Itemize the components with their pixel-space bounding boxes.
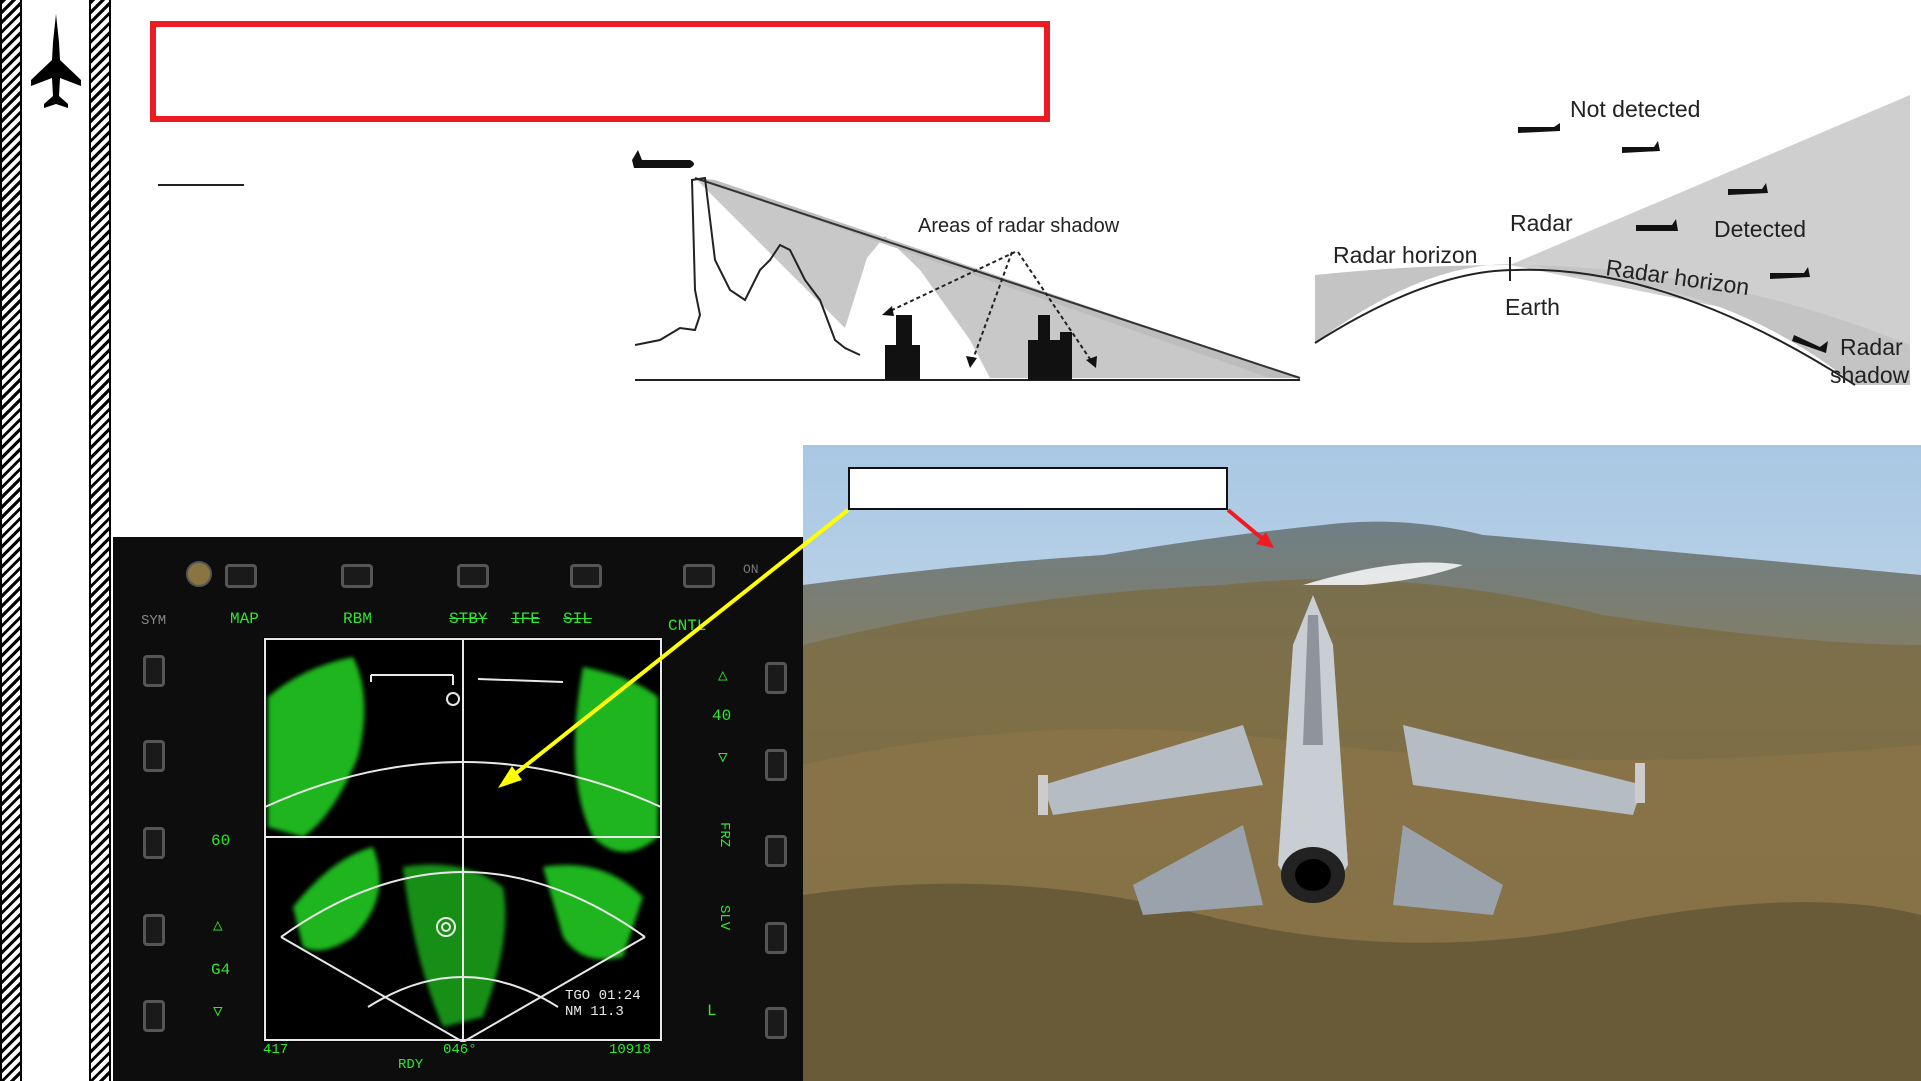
building-left xyxy=(885,315,920,380)
sil-label: SIL xyxy=(563,610,592,628)
brightness-knob[interactable] xyxy=(186,561,212,587)
detected-label: Detected xyxy=(1714,216,1806,242)
radar-mfd: ON SYM MAP RBM STBY IFE SIL CNTL 60 G4 △… xyxy=(113,537,803,1081)
tgo-readout: TGO 01:24 xyxy=(565,988,641,1004)
azimuth-readout: 046° xyxy=(443,1042,477,1058)
fighter-jet-icon xyxy=(31,14,81,108)
aircraft-not-detected-2 xyxy=(1622,141,1660,153)
callout-box xyxy=(848,467,1228,510)
radar-horizon-diagram: Not detected Radar Detected Radar horizo… xyxy=(1314,95,1910,388)
cntl-label: CNTL xyxy=(668,617,707,635)
osb-left-1[interactable] xyxy=(143,655,165,687)
osb-top-4[interactable] xyxy=(570,564,602,588)
radar-shadow-diagram: Areas of radar shadow xyxy=(632,150,1301,381)
osb-right-3[interactable] xyxy=(765,835,787,867)
osb-left-5[interactable] xyxy=(143,1000,165,1032)
aircraft-not-detected-1 xyxy=(1518,123,1560,133)
nm-readout: NM 11.3 xyxy=(565,1004,624,1020)
osb-top-2[interactable] xyxy=(341,564,373,588)
inner-hatched-rail xyxy=(89,0,111,1081)
osb-right-5[interactable] xyxy=(765,1007,787,1039)
bottom-left-readout: 417 xyxy=(263,1042,289,1058)
osb-left-2[interactable] xyxy=(143,740,165,772)
ife-label: IFE xyxy=(511,610,540,628)
osb-top-3[interactable] xyxy=(457,564,489,588)
earth-label: Earth xyxy=(1505,294,1560,320)
osb-left-4[interactable] xyxy=(143,914,165,946)
l-label: L xyxy=(707,1002,717,1020)
map-label: MAP xyxy=(230,610,259,628)
ground-return-left xyxy=(268,657,380,951)
stby-label: STBY xyxy=(449,610,488,628)
osb-top-1[interactable] xyxy=(225,564,257,588)
frz-label: FRZ xyxy=(716,822,732,848)
radar-horizon-left-label: Radar horizon xyxy=(1333,242,1477,268)
altitude-readout: 10918 xyxy=(609,1042,652,1058)
ground-return-right xyxy=(543,667,658,960)
radar-shadow-label: Areas of radar shadow xyxy=(918,215,1120,237)
range-60-label: 60 xyxy=(211,832,231,850)
left-hatched-rail xyxy=(0,0,22,1081)
gain-down-icon[interactable]: ▽ xyxy=(213,1001,223,1021)
gain-label: G4 xyxy=(211,961,231,979)
sym-label: SYM xyxy=(141,613,167,629)
on-label: ON xyxy=(743,562,759,577)
title-box xyxy=(150,21,1050,122)
radar-scope: TGO 01:24 NM 11.3 xyxy=(263,637,663,1043)
not-detected-label: Not detected xyxy=(1570,96,1700,122)
osb-right-4[interactable] xyxy=(765,922,787,954)
gain-up-icon[interactable]: △ xyxy=(213,915,223,935)
osb-left-3[interactable] xyxy=(143,827,165,859)
radar-shadow-label-2: shadow xyxy=(1830,362,1910,388)
ground-return-center xyxy=(403,864,506,1027)
range-down-icon[interactable]: ▽ xyxy=(718,747,728,767)
terrain-flight-photo xyxy=(803,445,1921,1081)
range-up-icon[interactable]: △ xyxy=(718,665,728,685)
rdy-label: RDY xyxy=(398,1057,424,1073)
rbm-label: RBM xyxy=(343,610,372,628)
range-label: 40 xyxy=(712,707,732,725)
radar-shadow-label-1: Radar xyxy=(1840,334,1903,360)
osb-right-2[interactable] xyxy=(765,749,787,781)
short-underline xyxy=(158,184,244,186)
aircraft-silhouette xyxy=(632,150,694,168)
osb-top-5[interactable] xyxy=(683,564,715,588)
radar-label: Radar xyxy=(1510,210,1573,236)
osb-right-1[interactable] xyxy=(765,662,787,694)
slv-label: SLV xyxy=(716,905,732,931)
